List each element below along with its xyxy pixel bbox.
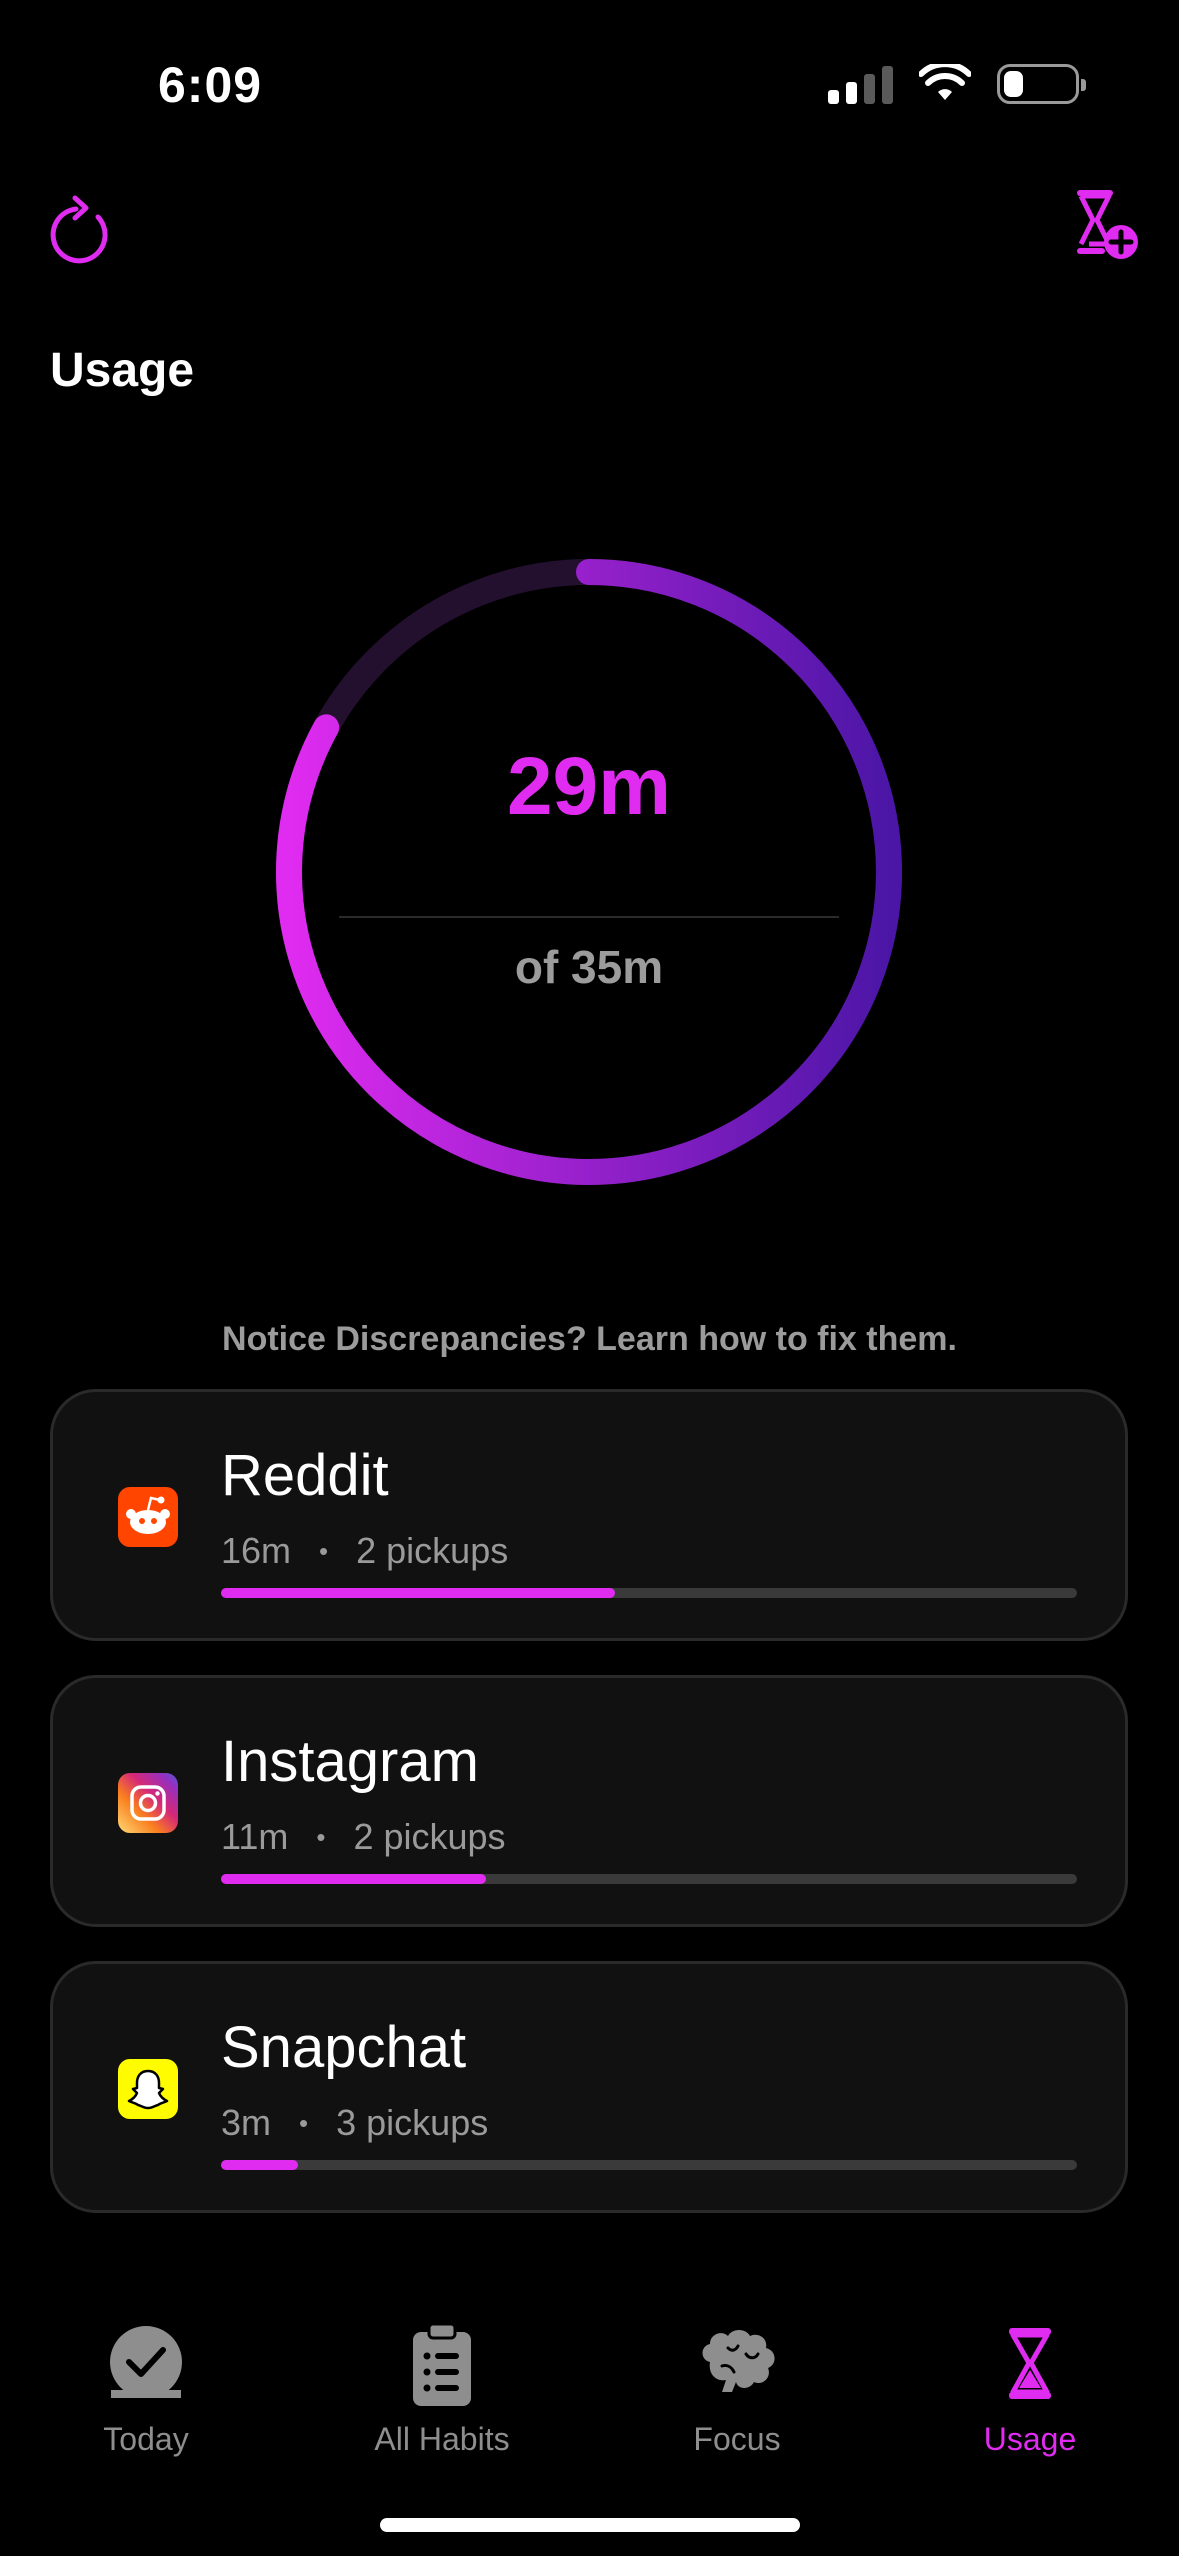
snapchat-icon [118, 2059, 178, 2119]
instagram-icon [118, 1773, 178, 1833]
refresh-icon[interactable] [48, 190, 118, 270]
brain-icon [702, 2330, 775, 2392]
tab-usage[interactable]: Usage [920, 2320, 1140, 2458]
limit-time: of 35m [514, 941, 664, 993]
used-time: 29m [506, 741, 672, 832]
clipboard-list-icon [413, 2322, 471, 2406]
tab-focus[interactable]: Focus [627, 2320, 847, 2458]
separator-dot: • [299, 2107, 309, 2138]
app-meta: 16m • 2 pickups [221, 1530, 508, 1572]
app-pickups: 2 pickups [356, 1530, 509, 1571]
discrepancy-link[interactable]: Notice Discrepancies? Learn how to fix t… [0, 1320, 1179, 1359]
app-pickups: 2 pickups [353, 1816, 506, 1857]
ring-divider [339, 916, 839, 918]
wifi-icon [919, 64, 971, 100]
app-card-snapchat[interactable]: Snapchat 3m • 3 pickups [50, 1961, 1128, 2213]
status-icons [828, 64, 1086, 104]
battery-icon [997, 64, 1086, 104]
tab-today[interactable]: Today [36, 2320, 256, 2458]
usage-bar-fill [221, 2160, 299, 2170]
app-pickups: 3 pickups [336, 2102, 489, 2143]
app-name: Reddit [221, 1443, 389, 1508]
timer-add-icon[interactable] [1069, 186, 1141, 266]
home-indicator[interactable] [380, 2518, 800, 2532]
signal-icon [828, 64, 893, 104]
check-circle-icon [110, 2326, 182, 2398]
app-name: Instagram [221, 1729, 479, 1794]
usage-bar-fill [221, 1588, 615, 1598]
tab-label: All Habits [374, 2421, 510, 2457]
usage-bar [221, 1588, 1077, 1598]
app-time: 11m [221, 1816, 289, 1857]
usage-ring: 29m of 35m [274, 557, 904, 1187]
app-card-reddit[interactable]: Reddit 16m • 2 pickups [50, 1389, 1128, 1641]
separator-dot: • [319, 1535, 329, 1566]
app-name: Snapchat [221, 2015, 467, 2080]
tab-label: Focus [693, 2421, 781, 2457]
app-time: 16m [221, 1530, 292, 1571]
separator-dot: • [316, 1821, 326, 1852]
hourglass-icon [1009, 2328, 1051, 2399]
app-card-instagram[interactable]: Instagram 11m • 2 pickups [50, 1675, 1128, 1927]
tab-all-habits[interactable]: All Habits [332, 2320, 552, 2458]
app-time: 3m [221, 2102, 272, 2143]
ring-graphic [276, 559, 902, 1185]
app-meta: 3m • 3 pickups [221, 2102, 488, 2144]
usage-bar-fill [221, 1874, 487, 1884]
usage-screen: 6:09 Usage 29m of 35m Notice Discrepanci… [0, 0, 1179, 2556]
app-meta: 11m • 2 pickups [221, 1816, 506, 1858]
reddit-icon [118, 1487, 178, 1547]
usage-bar [221, 1874, 1077, 1884]
status-time: 6:09 [158, 57, 263, 113]
tab-label: Today [103, 2421, 189, 2457]
tab-label: Usage [983, 2421, 1077, 2457]
page-title: Usage [50, 344, 195, 397]
usage-bar [221, 2160, 1077, 2170]
